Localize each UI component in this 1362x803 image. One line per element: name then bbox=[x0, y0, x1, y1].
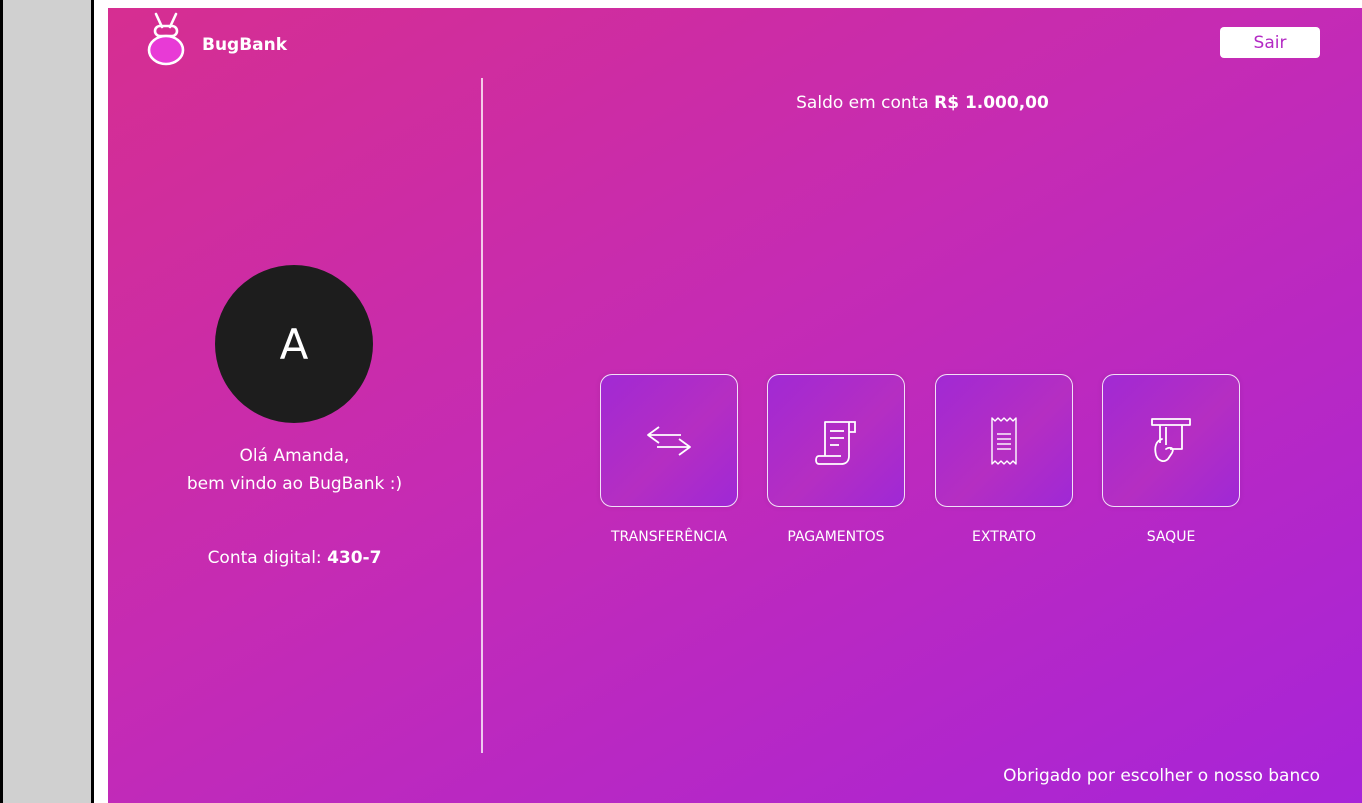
account-balance: Saldo em conta R$ 1.000,00 bbox=[483, 93, 1362, 113]
footer-text: Obrigado por escolher o nosso banco bbox=[1003, 766, 1320, 786]
payments-button[interactable] bbox=[767, 374, 905, 507]
transfer-button[interactable] bbox=[600, 374, 738, 507]
logout-button[interactable]: Sair bbox=[1220, 27, 1320, 58]
receipt-icon bbox=[991, 416, 1017, 465]
account-info: Conta digital: 430-7 bbox=[108, 548, 481, 568]
bug-logo-icon bbox=[147, 12, 185, 66]
statement-button[interactable] bbox=[935, 374, 1073, 507]
avatar: A bbox=[215, 265, 373, 423]
greeting-line-1: Olá Amanda, bbox=[239, 446, 350, 466]
withdraw-label: SAQUE bbox=[1146, 529, 1196, 545]
action-payments[interactable]: PAGAMENTOS bbox=[767, 374, 905, 545]
action-transfer[interactable]: TRANSFERÊNCIA bbox=[600, 374, 738, 545]
payments-label: PAGAMENTOS bbox=[787, 529, 885, 545]
payment-scroll-icon bbox=[815, 420, 856, 465]
bugbank-home: BugBank Sair Saldo em conta R$ 1.000,00 … bbox=[108, 8, 1362, 803]
transfer-label: TRANSFERÊNCIA bbox=[610, 529, 728, 545]
avatar-initial: A bbox=[279, 319, 309, 369]
balance-amount: R$ 1.000,00 bbox=[934, 93, 1049, 113]
greeting-line-2: bem vindo ao BugBank :) bbox=[186, 474, 403, 494]
statement-label: EXTRATO bbox=[972, 529, 1036, 545]
side-gutter bbox=[3, 0, 91, 803]
page-gap bbox=[94, 0, 108, 803]
vertical-divider bbox=[481, 78, 483, 753]
balance-label: Saldo em conta bbox=[796, 93, 935, 113]
action-statement[interactable]: EXTRATO bbox=[935, 374, 1073, 545]
action-withdraw[interactable]: SAQUE bbox=[1102, 374, 1240, 545]
transfer-arrows-icon bbox=[647, 425, 691, 456]
account-label: Conta digital: bbox=[207, 548, 328, 568]
atm-withdraw-icon bbox=[1151, 417, 1191, 462]
account-number: 430-7 bbox=[327, 548, 382, 568]
brand-name: BugBank bbox=[202, 35, 288, 55]
withdraw-button[interactable] bbox=[1102, 374, 1240, 507]
greeting: Olá Amanda, bem vindo ao BugBank :) bbox=[108, 442, 481, 498]
